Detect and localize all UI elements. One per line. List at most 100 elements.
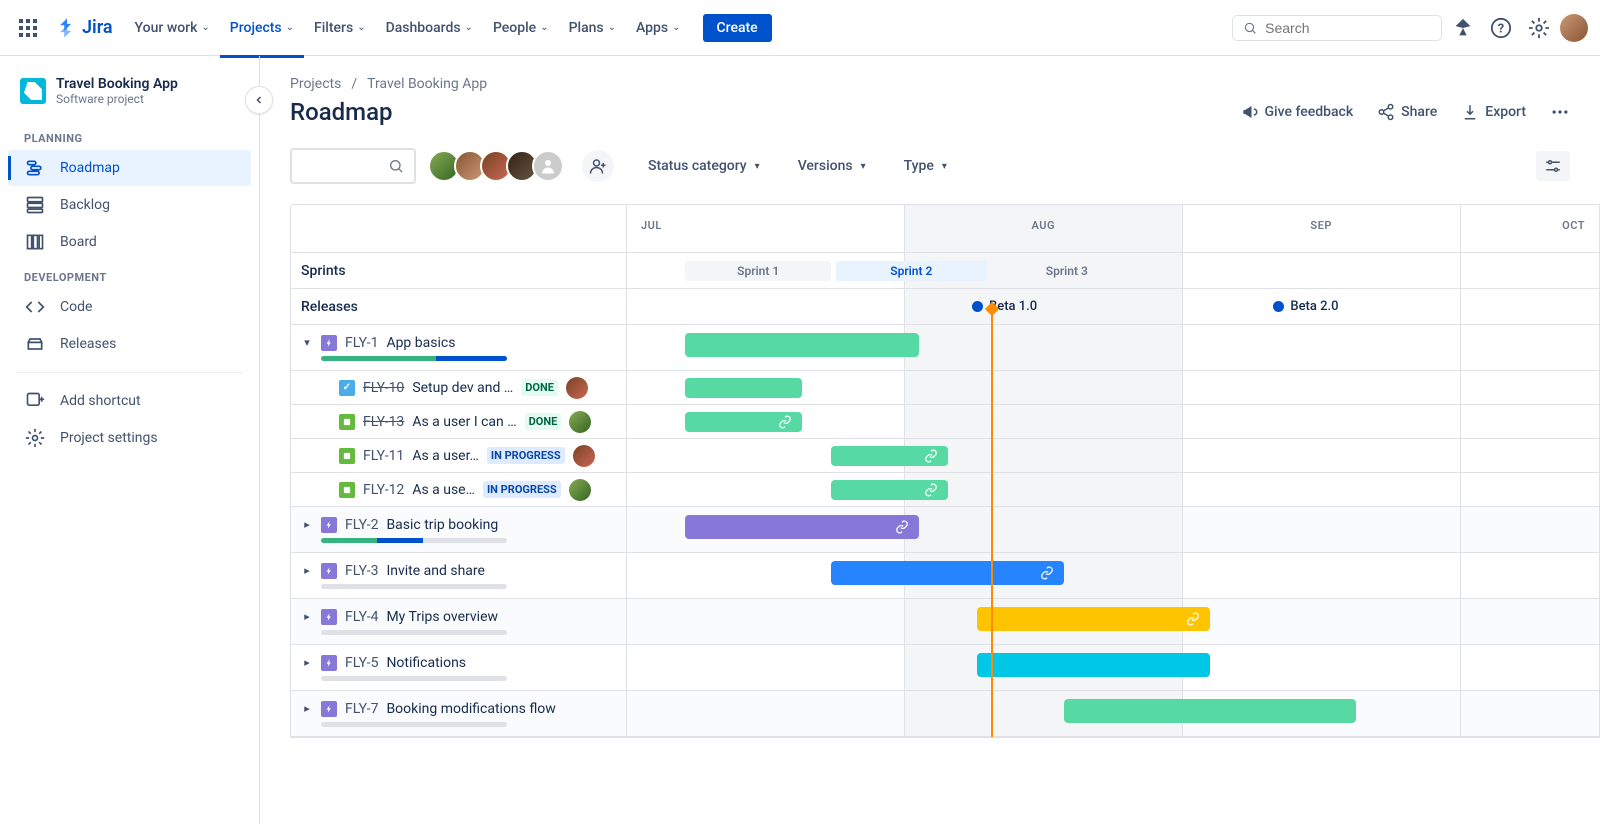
timeline-bar[interactable]	[831, 446, 948, 466]
chevron-down-icon: ▾	[942, 161, 947, 172]
sliders-icon	[1544, 157, 1562, 175]
more-actions-button[interactable]	[1550, 102, 1570, 122]
backlog-icon	[24, 195, 46, 215]
sidebar-item-code[interactable]: Code	[8, 289, 251, 325]
nav-filters[interactable]: Filters⌄	[304, 14, 376, 42]
sidebar-item-project-settings[interactable]: Project settings	[8, 420, 251, 456]
timeline-bar[interactable]	[831, 561, 1064, 585]
give-feedback-button[interactable]: Give feedback	[1241, 103, 1354, 121]
settings-icon[interactable]	[1522, 11, 1556, 45]
chevron-down-icon: ▾	[755, 161, 760, 172]
issue-key[interactable]: FLY-3	[345, 563, 378, 579]
release-marker[interactable]: Beta 1.0	[972, 299, 1037, 314]
assignee-avatar[interactable]	[569, 411, 591, 433]
breadcrumb-project-name[interactable]: Travel Booking App	[367, 76, 487, 92]
nav-apps[interactable]: Apps⌄	[626, 14, 691, 42]
issue-key[interactable]: FLY-11	[363, 448, 404, 464]
sidebar-item-releases[interactable]: Releases	[8, 326, 251, 362]
story-row[interactable]: FLY-12As a use…IN PROGRESS	[291, 473, 1599, 507]
timeline-bar[interactable]	[685, 515, 918, 539]
sidebar-item-roadmap[interactable]: Roadmap	[8, 150, 251, 186]
expand-toggle[interactable]: ▸	[301, 610, 313, 623]
type-filter[interactable]: Type▾	[900, 152, 951, 180]
breadcrumb-projects[interactable]: Projects	[290, 76, 341, 92]
issue-key[interactable]: FLY-5	[345, 655, 378, 671]
assignee-avatar[interactable]	[573, 445, 595, 467]
collapse-sidebar-button[interactable]	[245, 86, 273, 114]
progress-bar	[321, 356, 507, 361]
timeline-bar[interactable]	[977, 607, 1210, 631]
progress-bar	[321, 722, 507, 727]
sprint-chip[interactable]: Sprint 2	[836, 261, 987, 281]
story-row[interactable]: FLY-11As a user…IN PROGRESS	[291, 439, 1599, 473]
epic-row[interactable]: ▸FLY-2Basic trip booking	[291, 507, 1599, 553]
status-badge[interactable]: DONE	[525, 413, 562, 430]
assignee-avatar[interactable]	[566, 377, 588, 399]
epic-row[interactable]: ▸ FLY-3 Invite and share	[291, 553, 1599, 599]
versions-filter[interactable]: Versions▾	[794, 152, 870, 180]
expand-toggle[interactable]: ▾	[301, 336, 313, 349]
status-category-filter[interactable]: Status category▾	[644, 152, 764, 180]
global-search[interactable]	[1232, 15, 1442, 41]
create-button[interactable]: Create	[703, 14, 772, 42]
epic-row[interactable]: ▾FLY-1App basics	[291, 325, 1599, 371]
nav-your-work[interactable]: Your work⌄	[125, 14, 220, 42]
epic-row[interactable]: ▸FLY-4My Trips overview	[291, 599, 1599, 645]
release-dot-icon	[1273, 301, 1284, 312]
issue-key[interactable]: FLY-4	[345, 609, 378, 625]
epic-row[interactable]: ▸FLY-5Notifications	[291, 645, 1599, 691]
nav-people[interactable]: People⌄	[483, 14, 559, 42]
issue-summary: Invite and share	[386, 563, 485, 579]
export-button[interactable]: Export	[1461, 103, 1526, 121]
sidebar-item-board[interactable]: Board	[8, 224, 251, 260]
issue-key[interactable]: FLY-2	[345, 517, 378, 533]
share-button[interactable]: Share	[1377, 103, 1437, 121]
jira-logo[interactable]: Jira	[48, 17, 121, 39]
app-switcher-icon[interactable]	[12, 12, 44, 44]
expand-toggle[interactable]: ▸	[301, 656, 313, 669]
notifications-icon[interactable]	[1446, 11, 1480, 45]
unassigned-avatar[interactable]	[532, 150, 564, 182]
sprints-label: Sprints	[291, 253, 627, 288]
expand-toggle[interactable]: ▸	[301, 564, 313, 577]
epic-row[interactable]: ▸FLY-7Booking modifications flow	[291, 691, 1599, 737]
profile-avatar[interactable]	[1560, 14, 1588, 42]
status-badge[interactable]: IN PROGRESS	[483, 481, 561, 498]
nav-plans[interactable]: Plans⌄	[559, 14, 626, 42]
epic-icon	[321, 701, 337, 717]
status-badge[interactable]: DONE	[521, 379, 558, 396]
story-row[interactable]: FLY-13As a user I can …DONE	[291, 405, 1599, 439]
nav-dashboards[interactable]: Dashboards⌄	[376, 14, 483, 42]
search-input[interactable]	[1265, 20, 1431, 36]
issue-key[interactable]: FLY-7	[345, 701, 378, 717]
timeline-bar[interactable]	[831, 480, 948, 500]
assignee-avatar[interactable]	[569, 479, 591, 501]
month-label: OCT	[1461, 205, 1599, 232]
assignee-filter[interactable]	[434, 150, 564, 182]
release-marker[interactable]: Beta 2.0	[1273, 299, 1338, 314]
sprint-chip[interactable]: Sprint 3	[992, 261, 1143, 281]
help-icon[interactable]: ?	[1484, 11, 1518, 45]
timeline-bar[interactable]	[685, 412, 802, 432]
issue-key[interactable]: FLY-10	[363, 380, 404, 396]
timeline-bar[interactable]	[977, 653, 1210, 677]
issue-key[interactable]: FLY-12	[363, 482, 404, 498]
filter-search[interactable]	[290, 148, 416, 184]
expand-toggle[interactable]: ▸	[301, 702, 313, 715]
status-badge[interactable]: IN PROGRESS	[487, 447, 565, 464]
view-settings-button[interactable]	[1536, 151, 1570, 181]
timeline-bar[interactable]	[685, 378, 802, 398]
sprint-chip[interactable]: Sprint 1	[685, 261, 831, 281]
add-people-button[interactable]	[582, 150, 614, 182]
sidebar-item-add-shortcut[interactable]: Add shortcut	[8, 383, 251, 419]
expand-toggle[interactable]: ▸	[301, 518, 313, 531]
sidebar-item-backlog[interactable]: Backlog	[8, 187, 251, 223]
story-row[interactable]: ✓FLY-10Setup dev and …DONE	[291, 371, 1599, 405]
month-label: SEP	[1183, 205, 1460, 232]
nav-projects[interactable]: Projects⌄	[220, 14, 304, 42]
timeline-bar[interactable]	[685, 333, 918, 357]
issue-key[interactable]: FLY-1	[345, 335, 378, 351]
timeline-bar[interactable]	[1064, 699, 1356, 723]
issue-key[interactable]: FLY-13	[363, 414, 404, 430]
epic-icon	[321, 563, 337, 579]
